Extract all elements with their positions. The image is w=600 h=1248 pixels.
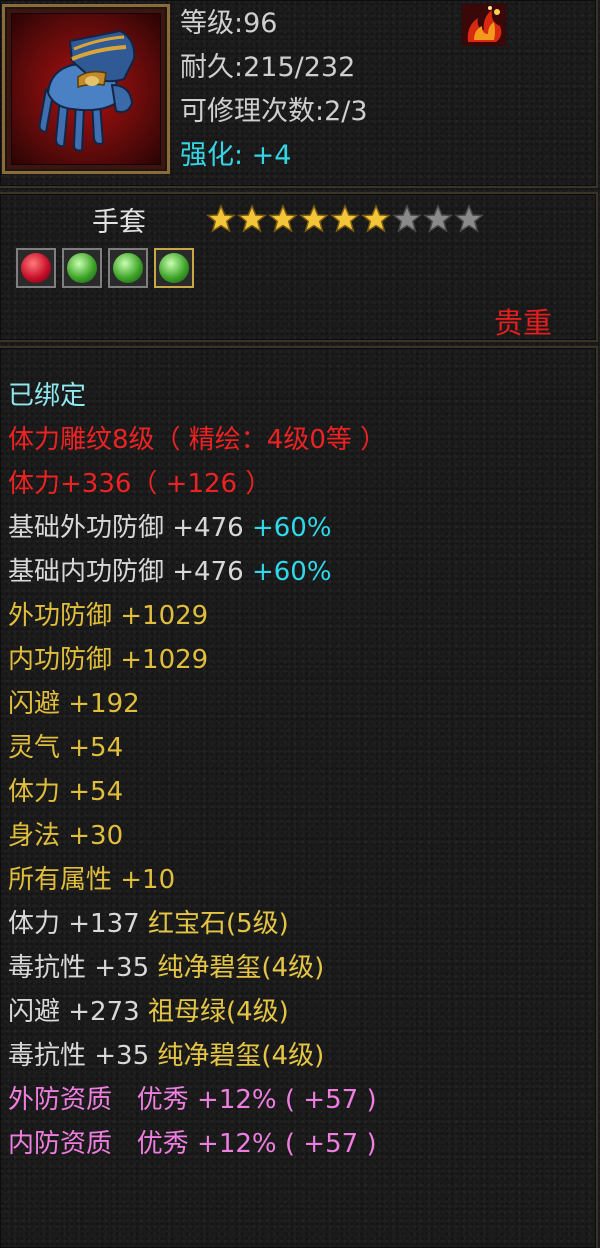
dodge-line: 闪避 +192 [8,689,140,719]
star-filled-icon [237,204,267,233]
star-filled-icon [330,204,360,233]
star-filled-icon [206,204,236,233]
gem2-stat: 毒抗性 +35 [8,953,150,983]
ext-quality-line: 外防资质 优秀 +12% ( +57 ) [8,1078,386,1122]
item-summary: 等级:96 耐久:215/232 可修理次数:2/3 强化: +4 [180,2,368,178]
base-int-def-pct: +60% [251,557,332,587]
stamina-main-line: 体力+336（ +126 ） [8,469,272,499]
gem-slot-2[interactable] [62,248,102,288]
int-def-line: 内功防御 +1029 [8,645,209,675]
star-empty-icon [454,204,484,233]
gem1-stat: 体力 +137 [8,909,140,939]
gem4-name: 纯净碧玺(4级) [157,1041,325,1071]
gem4-stat: 毒抗性 +35 [8,1041,150,1071]
ext-def-line: 外功防御 +1029 [8,601,209,631]
red-gem-icon [21,253,51,283]
base-ext-def-pct: +60% [251,513,332,543]
gem2-name: 纯净碧玺(4级) [157,953,325,983]
gem-slot-1[interactable] [16,248,56,288]
star-rating [206,204,484,234]
gem-slot-3[interactable] [108,248,148,288]
stat-list: 已绑定 体力雕纹8级（ 精绘：4级0等 ） 体力+336（ +126 ） 基础外… [8,374,386,1166]
star-filled-icon [361,204,391,233]
item-name: 手套 [92,207,146,238]
engrave-line: 体力雕纹8级（ 精绘：4级0等 ） [8,425,387,455]
durability-text: 耐久:215/232 [180,52,356,83]
gauntlet-icon [11,13,161,165]
green-gem-icon [159,253,189,283]
enhance-text: 强化: +4 [180,140,292,171]
gem4-line: 毒抗性 +35 纯净碧玺(4级) [8,1034,386,1078]
star-empty-icon [392,204,422,233]
repair-count-text: 可修理次数:2/3 [180,96,368,127]
flame-emblem-icon[interactable] [462,4,506,46]
star-filled-icon [299,204,329,233]
base-int-def-line: 基础内功防御 +476 +60% [8,550,386,594]
gem1-name: 红宝石(5级) [147,909,289,939]
agility-line: 身法 +30 [8,821,124,851]
item-icon-frame[interactable] [2,4,170,174]
int-quality-text: 内防资质 优秀 +12% ( +57 ) [8,1129,377,1159]
green-gem-icon [113,253,143,283]
gem-slots [16,248,194,288]
gem2-line: 毒抗性 +35 纯净碧玺(4级) [8,946,386,990]
level-text: 等级:96 [180,8,278,39]
ext-quality-text: 外防资质 优秀 +12% ( +57 ) [8,1085,377,1115]
green-gem-icon [67,253,97,283]
gem3-stat: 闪避 +273 [8,997,140,1027]
base-int-def-value: 基础内功防御 +476 [8,557,244,587]
gem3-line: 闪避 +273 祖母绿(4级) [8,990,386,1034]
star-filled-icon [268,204,298,233]
int-quality-line: 内防资质 优秀 +12% ( +57 ) [8,1122,386,1166]
gem1-line: 体力 +137 红宝石(5级) [8,902,386,946]
base-ext-def-value: 基础外功防御 +476 [8,513,244,543]
bound-status: 已绑定 [8,381,87,411]
star-empty-icon [423,204,453,233]
all-attr-line: 所有属性 +10 [8,865,176,895]
rarity-label: 贵重 [494,306,553,340]
base-ext-def-line: 基础外功防御 +476 +60% [8,506,386,550]
gem-slot-4[interactable] [154,248,194,288]
stamina-line: 体力 +54 [8,777,124,807]
gem3-name: 祖母绿(4级) [147,997,289,1027]
spirit-line: 灵气 +54 [8,733,124,763]
